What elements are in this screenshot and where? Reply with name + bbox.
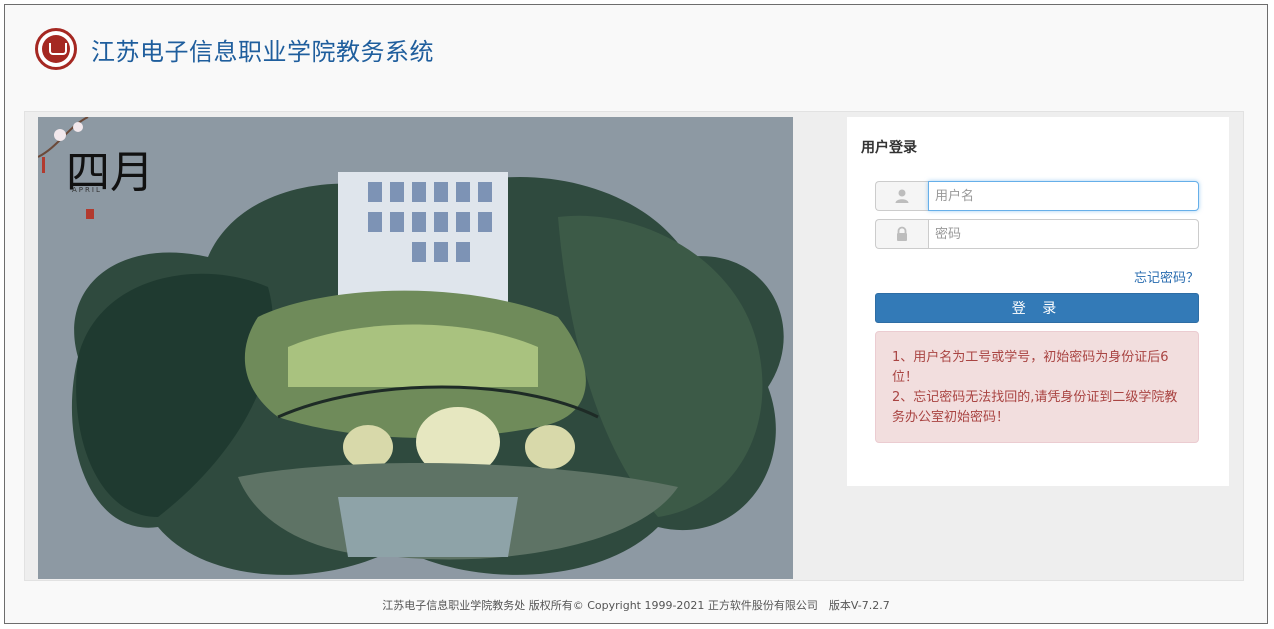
password-input[interactable] <box>928 219 1199 249</box>
username-field <box>875 181 1199 211</box>
calligraphy-caption: APRIL <box>72 186 102 194</box>
login-title: 用户登录 <box>861 140 917 156</box>
login-box: 用户登录 忘记密码？ <box>847 117 1229 486</box>
user-icon <box>875 181 928 211</box>
notice-alert: 1、用户名为工号或学号，初始密码为身份证后6位！ 2、忘记密码无法找回的,请凭身… <box>875 331 1199 443</box>
login-button[interactable]: 登 录 <box>875 293 1199 323</box>
notice-line-2: 2、忘记密码无法找回的,请凭身份证到二级学院教务办公室初始密码！ <box>892 390 1178 425</box>
header: 江苏电子信息职业学院教务系统 <box>35 25 434 73</box>
site-title: 江苏电子信息职业学院教务系统 <box>91 37 434 66</box>
page-frame: 江苏电子信息职业学院教务系统 四月 APRIL 用户登录 用户名 忘记密码？ 登… <box>4 4 1268 624</box>
username-input[interactable] <box>928 181 1199 211</box>
lock-icon <box>875 219 928 249</box>
notice-line-1: 1、用户名为工号或学号，初始密码为身份证后6位！ <box>892 350 1169 385</box>
password-field <box>875 219 1199 249</box>
footer-copyright: 江苏电子信息职业学院教务处 版权所有© Copyright 1999-2021 … <box>382 599 890 612</box>
banner-image: 四月 APRIL <box>38 117 793 579</box>
campus-bridge-illustration: 四月 APRIL <box>38 117 793 579</box>
forgot-password-link[interactable]: 忘记密码？ <box>1134 267 1199 286</box>
main-panel: 四月 APRIL 用户登录 用户名 忘记密码？ 登 录 1、用户名为工号或学号，… <box>24 111 1244 581</box>
school-seal-icon <box>35 28 77 70</box>
